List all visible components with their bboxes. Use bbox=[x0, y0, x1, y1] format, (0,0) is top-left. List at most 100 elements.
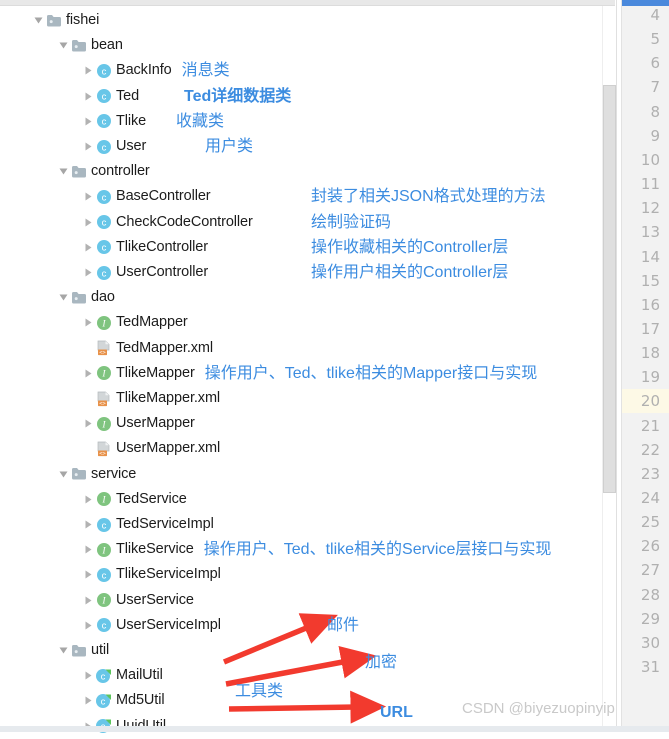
svg-text:c: c bbox=[101, 92, 106, 103]
svg-text:c: c bbox=[101, 66, 106, 77]
chevron-down-icon[interactable] bbox=[57, 33, 70, 58]
svg-text:c: c bbox=[101, 696, 106, 707]
tree-row[interactable]: <> UserMapper.xml bbox=[82, 436, 220, 461]
editor-line-number-gutter: 4 5 6 7 8 9 10 11 12 13 14 15 16 17 18 19 20 21 22 23 24 25 26… bbox=[621, 0, 669, 732]
line-number: 12 bbox=[640, 199, 660, 218]
chevron-down-icon[interactable] bbox=[57, 638, 70, 663]
annotation-note: 操作用户、Ted、tlike相关的Mapper接口与实现 bbox=[204, 364, 538, 382]
tree-node-label: BackInfo bbox=[116, 62, 172, 79]
xml-icon: <> bbox=[95, 386, 112, 411]
tree-row[interactable]: c UserController bbox=[82, 260, 208, 285]
tree-node-label: controller bbox=[91, 163, 150, 180]
annotation-note: URL bbox=[380, 704, 413, 721]
chevron-right-icon[interactable] bbox=[82, 663, 95, 688]
tree-row[interactable]: c Tlike bbox=[82, 109, 146, 134]
chevron-right-icon[interactable] bbox=[82, 688, 95, 713]
tree-row[interactable]: dao bbox=[57, 285, 115, 310]
annotation-note: 操作用户相关的Controller层 bbox=[311, 264, 509, 281]
tree-row[interactable]: c Ted bbox=[82, 84, 139, 109]
xml-icon: <> bbox=[95, 336, 112, 361]
tree-row[interactable]: c BackInfo 消息类 bbox=[82, 58, 230, 83]
chevron-right-icon[interactable] bbox=[82, 84, 95, 109]
chevron-right-icon[interactable] bbox=[82, 58, 95, 83]
svg-text:c: c bbox=[101, 268, 106, 279]
line-number: 17 bbox=[640, 319, 660, 338]
tree-row[interactable]: controller bbox=[57, 159, 150, 184]
runnable-class-icon: c bbox=[95, 688, 112, 713]
tree-row[interactable]: I UserMapper bbox=[82, 411, 195, 436]
chevron-right-icon[interactable] bbox=[82, 235, 95, 260]
tree-row[interactable]: c Md5Util bbox=[82, 688, 165, 713]
tree-row[interactable]: c BaseController bbox=[82, 184, 211, 209]
chevron-right-icon[interactable] bbox=[82, 487, 95, 512]
tree-node-label: TedService bbox=[116, 490, 187, 507]
tree-node-label: UserMapper.xml bbox=[116, 440, 221, 457]
tree-row[interactable]: c User bbox=[82, 134, 146, 159]
chevron-down-icon[interactable] bbox=[57, 462, 70, 487]
svg-text:c: c bbox=[101, 520, 106, 531]
annotation-note: 操作收藏相关的Controller层 bbox=[311, 238, 509, 256]
line-number: 23 bbox=[640, 464, 660, 483]
tree-node-label: bean bbox=[91, 37, 123, 54]
tree-row[interactable]: I TedService bbox=[82, 487, 187, 512]
tree-row[interactable]: I TlikeMapper 操作用户、Ted、tlike相关的Mapper接口与实现 bbox=[82, 361, 537, 386]
tree-row[interactable]: I TedMapper bbox=[82, 310, 188, 335]
line-number: 27 bbox=[640, 561, 660, 580]
folder-icon bbox=[45, 8, 62, 33]
chevron-down-icon[interactable] bbox=[32, 8, 45, 33]
folder-icon bbox=[70, 285, 87, 310]
chevron-right-icon[interactable] bbox=[82, 562, 95, 587]
line-number: 24 bbox=[640, 489, 660, 507]
chevron-right-icon[interactable] bbox=[82, 512, 95, 537]
chevron-right-icon[interactable] bbox=[82, 134, 95, 159]
class-icon: c bbox=[95, 58, 112, 83]
tree-node-label: Md5Util bbox=[116, 692, 165, 709]
tree-row[interactable]: service bbox=[57, 462, 136, 487]
class-icon: c bbox=[95, 512, 112, 537]
interface-icon: I bbox=[95, 487, 112, 512]
tree-node-label: TlikeMapper.xml bbox=[116, 390, 221, 406]
tree-row[interactable]: bean bbox=[57, 33, 123, 58]
chevron-right-icon[interactable] bbox=[82, 109, 95, 134]
chevron-right-icon[interactable] bbox=[82, 210, 95, 235]
svg-text:c: c bbox=[101, 218, 106, 229]
chevron-right-icon[interactable] bbox=[82, 411, 95, 436]
tree-row[interactable]: c TlikeController bbox=[82, 235, 208, 260]
chevron-right-icon[interactable] bbox=[82, 613, 95, 638]
interface-icon: I bbox=[95, 537, 112, 562]
line-number: 4 bbox=[650, 6, 660, 24]
tree-row[interactable]: I TlikeService 操作用户、Ted、tlike相关的Service层接口… bbox=[82, 537, 551, 562]
chevron-right-icon[interactable] bbox=[82, 184, 95, 209]
class-icon: c bbox=[95, 184, 112, 209]
chevron-down-icon[interactable] bbox=[57, 159, 70, 184]
svg-text:<>: <> bbox=[99, 451, 106, 457]
tree-row[interactable]: I UserService bbox=[82, 588, 194, 613]
chevron-right-icon[interactable] bbox=[82, 588, 95, 613]
chevron-right-icon[interactable] bbox=[82, 361, 95, 386]
tree-row[interactable]: fishei bbox=[32, 8, 99, 33]
tree-row[interactable]: c CheckCodeController bbox=[82, 210, 253, 235]
tree-node-label: TedMapper bbox=[116, 314, 188, 331]
tree-row[interactable]: util bbox=[57, 638, 109, 663]
svg-text:c: c bbox=[101, 243, 106, 254]
line-number: 16 bbox=[640, 295, 660, 314]
tree-row[interactable]: c UserServiceImpl bbox=[82, 613, 221, 638]
chevron-right-icon[interactable] bbox=[82, 537, 95, 562]
chevron-right-icon[interactable] bbox=[82, 310, 95, 335]
tree-row[interactable]: c TlikeServiceImpl bbox=[82, 562, 221, 587]
chevron-down-icon[interactable] bbox=[57, 285, 70, 310]
tree-row[interactable]: <> TlikeMapper.xml bbox=[82, 386, 220, 411]
folder-icon bbox=[70, 159, 87, 184]
tree-row[interactable]: c TedServiceImpl bbox=[82, 512, 214, 537]
tree-row[interactable]: <> TedMapper.xml bbox=[82, 336, 213, 361]
chevron-right-icon[interactable] bbox=[82, 260, 95, 285]
tree-node-label: TedMapper.xml bbox=[116, 339, 214, 356]
tree-node-label: UserServiceImpl bbox=[116, 616, 221, 633]
interface-icon: I bbox=[95, 588, 112, 613]
tree-row[interactable]: c MailUtil bbox=[82, 663, 163, 688]
line-number: 19 bbox=[640, 368, 660, 387]
vertical-scrollbar-thumb[interactable] bbox=[603, 85, 616, 493]
project-tree-panel[interactable]: fishei bean c BackInfo 消息类 c Ted Ted详细数据类 c Tlike… bbox=[0, 6, 600, 734]
line-number: 31 bbox=[640, 658, 660, 677]
csdn-watermark: CSDN @biyezuopinyip bbox=[462, 700, 615, 717]
